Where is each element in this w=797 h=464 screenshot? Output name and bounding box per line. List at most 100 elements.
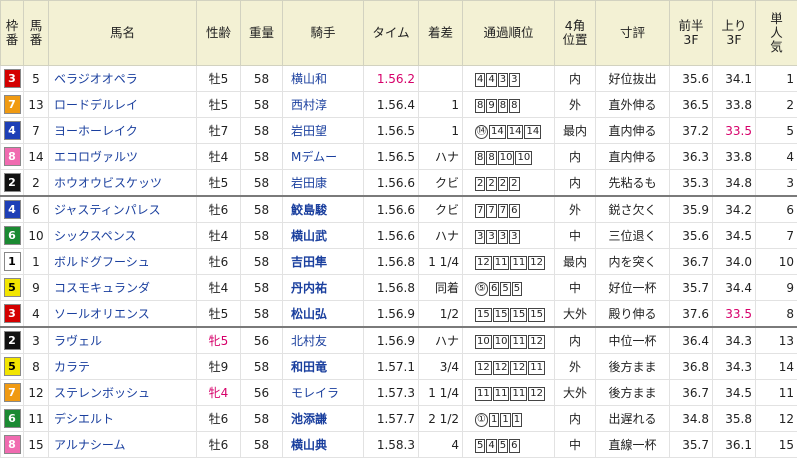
horse-name-link[interactable]: ロードデルレイ [48,91,197,118]
horse-name-link[interactable]: ホウオウビスケッツ [48,169,197,197]
header-corner4[interactable]: 4角 位置 [554,0,596,66]
passing-position: 10 [492,334,510,349]
passing-position: 1 [500,412,511,427]
jockey-link[interactable]: 北村友 [282,326,364,354]
horse-name-link[interactable]: アルナシーム [48,431,197,458]
table-row[interactable]: 2 2 ホウオウビスケッツ 牡5 58 岩田康 1.56.6 クビ 2 2 2 2 内先粘るも 35.3 3… [0,169,797,197]
waku-cell: 2 [0,169,24,197]
header-weight[interactable]: 重量 [240,0,283,66]
table-row[interactable]: 6 10 シックスペンス 牡4 58 横山武 1.56.6 ハナ 3 3 3 3 中三位退く 35.6 34… [0,222,797,249]
horse-number: 4 [23,300,49,328]
waku-badge: 3 [3,304,21,323]
horse-name-link[interactable]: エコロヴァルツ [48,143,197,170]
passing-order: 12 11 11 12 [462,248,555,275]
header-row: 枠番 馬番 馬名 性齢 重量 騎手 タイム 着差 通過順位 4角 位置 寸評 前半… [0,0,797,66]
popularity: 8 [755,300,797,328]
passing-position: 8 [509,98,520,113]
passing-position: 11 [510,334,528,349]
table-row[interactable]: 4 7 ヨーホーレイク 牡7 58 岩田望 1.56.5 1 ⑭ 14 14 14 最内 直内伸る 37.2… [0,117,797,144]
jockey-link[interactable]: 横山和 [282,65,364,92]
horse-name-link[interactable]: ステレンボッシュ [48,379,197,406]
jockey-link[interactable]: 和田竜 [282,353,364,380]
table-row[interactable]: 5 9 コスモキュランダ 牡4 58 丹内祐 1.56.8 同着 ⑤ 6 5 5 中好位一杯 35.7 34… [0,274,797,301]
short-comment: 鋭さ欠く [595,195,670,223]
table-row[interactable]: 7 13 ロードデルレイ 牡5 58 西村淳 1.56.4 1 8 9 8 8 外直外伸る 36.5 33.… [0,91,797,118]
margin: 3/4 [418,353,463,380]
jockey-link[interactable]: 池添謙 [282,405,364,432]
passing-position: 6 [509,203,520,218]
passing-position: 14 [506,124,524,139]
header-last3f[interactable]: 上り 3F [712,0,756,66]
table-row[interactable]: 8 15 アルナシーム 牡6 58 横山典 1.58.3 4 5 4 5 6 中直線一杯 35.7 36.1… [0,431,797,458]
horse-name-link[interactable]: カラテ [48,353,197,380]
jockey-link[interactable]: 横山武 [282,222,364,249]
header-jockey[interactable]: 騎手 [282,0,364,66]
header-time[interactable]: タイム [363,0,419,66]
jockey-link[interactable]: 松山弘 [282,300,364,328]
horse-name-link[interactable]: シックスペンス [48,222,197,249]
header-passing[interactable]: 通過順位 [462,0,555,66]
jockey-link[interactable]: 横山典 [282,431,364,458]
horse-name-link[interactable]: ヨーホーレイク [48,117,197,144]
popularity: 13 [755,326,797,354]
jockey-link[interactable]: 鮫島駿 [282,195,364,223]
table-row[interactable]: 1 1 ボルドグフーシュ 牡6 58 吉田隼 1.56.8 1 1/4 12 11 11 12 最内 内を… [0,248,797,275]
table-row[interactable]: 3 5 ベラジオオペラ 牡5 58 横山和 1.56.2 4 4 3 3 内好位抜出 35.6 34.1 1 [0,65,797,92]
table-row[interactable]: 3 4 ソールオリエンス 牡5 58 松山弘 1.56.9 1/2 15 15 15 15 大外 殿り伸る… [0,300,797,328]
passing-order: 4433 [462,65,555,92]
passing-position: 15 [492,307,510,322]
corner4-position: 内 [554,169,596,197]
horse-name-link[interactable]: ベラジオオペラ [48,65,197,92]
margin: 4 [418,431,463,458]
header-margin[interactable]: 着差 [418,0,463,66]
passing-position: 2 [486,176,497,191]
horse-name-link[interactable]: デシエルト [48,405,197,432]
jockey-link[interactable]: Mデムー [282,143,364,170]
passing-order: 10 10 11 12 [462,326,555,354]
jockey-link[interactable]: 西村淳 [282,91,364,118]
header-name[interactable]: 馬名 [48,0,197,66]
horse-name-link[interactable]: ソールオリエンス [48,300,197,328]
finish-time: 1.58.3 [363,431,419,458]
passing-position: 11 [510,386,528,401]
horse-number: 7 [23,117,49,144]
passing-position: 3 [475,229,486,244]
sex-age: 牡6 [196,431,241,458]
header-first3f[interactable]: 前半 3F [669,0,713,66]
header-comment[interactable]: 寸評 [595,0,670,66]
margin: 1 1/4 [418,379,463,406]
sex-age: 牡5 [196,169,241,197]
popularity: 2 [755,91,797,118]
short-comment: 先粘るも [595,169,670,197]
last-3f: 34.0 [712,248,756,275]
table-row[interactable]: 6 11 デシエルト 牡6 58 池添謙 1.57.7 2 1/2 ① 1 1 1 内出遅れる 34.8 3… [0,405,797,432]
jockey-link[interactable]: 岩田望 [282,117,364,144]
jockey-link[interactable]: 吉田隼 [282,248,364,275]
last-3f: 34.2 [712,195,756,223]
header-pop[interactable]: 単人気 [755,0,797,66]
table-row[interactable]: 5 8 カラテ 牡9 58 和田竜 1.57.1 3/4 12 12 12 11 外後方まま 36.8 34… [0,353,797,380]
short-comment: 好位抜出 [595,65,670,92]
passing-position: 11 [510,255,528,270]
passing-position: 8 [486,150,497,165]
table-row[interactable]: 8 14 エコロヴァルツ 牡4 58 Mデムー 1.56.5 ハナ 8 8 10 10 内直内伸る 36.… [0,143,797,170]
first-3f: 35.3 [669,169,713,197]
horse-name-link[interactable]: ジャスティンパレス [48,195,197,223]
passing-order: 12 12 12 11 [462,353,555,380]
waku-badge: 8 [3,147,21,166]
jockey-link[interactable]: 丹内祐 [282,274,364,301]
table-row[interactable]: 4 6 ジャスティンパレス 牡6 58 鮫島駿 1.56.6 クビ 7 7 7 6 外鋭さ欠く 35.9 3… [0,195,797,223]
finish-time: 1.56.6 [363,169,419,197]
passing-position: 12 [528,386,545,401]
passing-position: 10 [497,150,515,165]
jockey-link[interactable]: 岩田康 [282,169,364,197]
waku-cell: 8 [0,431,24,458]
jockey-link[interactable]: モレイラ [282,379,364,406]
corner4-position: 内 [554,326,596,354]
table-row[interactable]: 7 12 ステレンボッシュ 牝4 56 モレイラ 1.57.3 1 1/4 11 11 11 12 大外… [0,379,797,406]
horse-name-link[interactable]: ボルドグフーシュ [48,248,197,275]
table-row[interactable]: 2 3 ラヴェル 牝5 56 北村友 1.56.9 ハナ 10 10 11 12 内中位一杯 36.4 34… [0,326,797,354]
horse-name-link[interactable]: ラヴェル [48,326,197,354]
header-sexage[interactable]: 性齢 [196,0,241,66]
horse-name-link[interactable]: コスモキュランダ [48,274,197,301]
